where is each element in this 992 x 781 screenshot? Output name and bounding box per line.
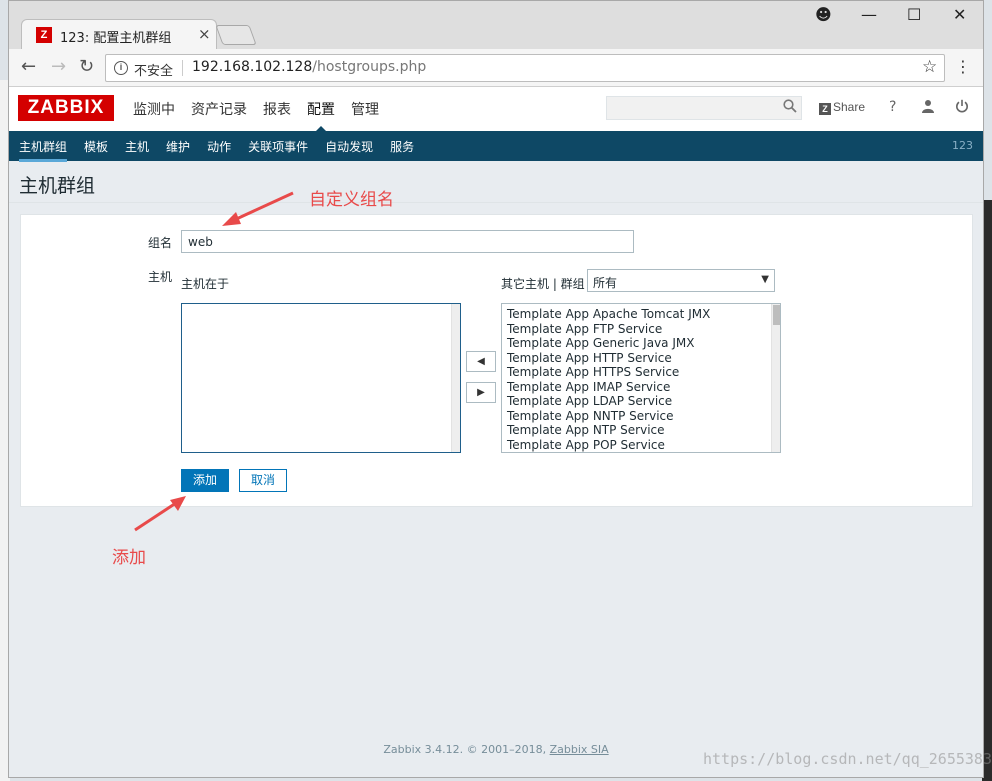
annotation-add: 添加	[112, 548, 146, 568]
arrow-to-add-button	[134, 496, 186, 532]
annotation-arrows	[134, 191, 294, 532]
annotation-custom-group-name: 自定义组名	[309, 190, 394, 210]
watermark: https://blog.csdn.net/qq_26553835	[703, 750, 992, 768]
arrow-to-group-name	[222, 191, 294, 226]
